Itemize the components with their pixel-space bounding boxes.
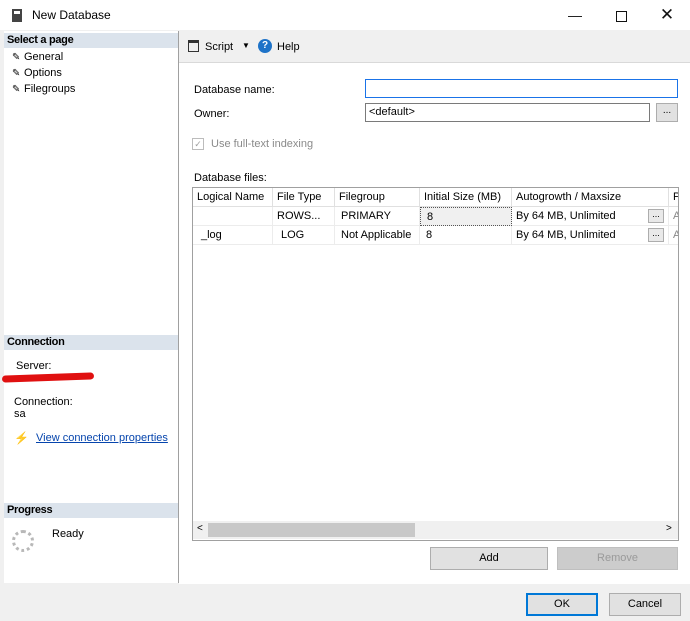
wrench-icon: ✎ <box>12 52 21 63</box>
cancel-button[interactable]: Cancel <box>609 593 681 616</box>
autogrowth-edit-button[interactable]: ... <box>648 209 664 223</box>
server-label: Server: <box>16 360 52 372</box>
toolbar <box>179 31 690 61</box>
database-name-label: Database name: <box>194 84 275 96</box>
fulltext-indexing-label: Use full-text indexing <box>211 138 314 150</box>
connection-label: Connection: <box>14 396 73 408</box>
page-item-label: General <box>24 51 64 63</box>
database-name-input[interactable] <box>365 79 678 98</box>
minimize-button[interactable]: — <box>552 0 598 30</box>
close-button[interactable]: ✕ <box>644 0 690 30</box>
left-pane <box>4 31 179 583</box>
database-files-grid[interactable]: Logical Name File Type Filegroup Initial… <box>192 187 679 541</box>
scrollbar-thumb[interactable] <box>208 523 415 537</box>
window-title: New Database <box>32 8 111 22</box>
connection-header: Connection <box>4 335 178 350</box>
owner-label: Owner: <box>194 108 230 120</box>
progress-spinner-icon <box>12 530 34 552</box>
scroll-left-icon[interactable]: < <box>197 523 203 534</box>
column-header-path[interactable]: P <box>669 188 678 207</box>
maximize-button[interactable] <box>598 0 644 30</box>
script-dropdown-arrow-icon[interactable]: ▼ <box>242 41 250 50</box>
ok-button[interactable]: OK <box>526 593 598 616</box>
page-item-general[interactable]: ✎ General <box>12 50 63 64</box>
progress-header: Progress <box>4 503 178 518</box>
column-header-filegroup[interactable]: Filegroup <box>335 188 420 207</box>
maximize-icon <box>615 10 627 22</box>
table-cell-initial-size[interactable]: 8 <box>420 226 512 245</box>
script-button[interactable]: Script <box>205 41 233 53</box>
table-cell-filegroup[interactable]: PRIMARY <box>335 207 420 226</box>
scroll-right-icon[interactable]: > <box>666 523 672 534</box>
table-cell-file-type[interactable]: LOG <box>273 226 335 245</box>
table-cell-autogrowth[interactable]: By 64 MB, Unlimited <box>512 207 669 226</box>
wrench-icon: ✎ <box>12 84 21 95</box>
table-cell-initial-size[interactable]: 8 <box>420 207 512 226</box>
database-app-icon <box>12 9 22 22</box>
owner-input[interactable]: <default> <box>365 103 650 122</box>
table-cell-logical-name[interactable]: _log <box>193 226 273 245</box>
progress-status: Ready <box>52 528 84 540</box>
add-button[interactable]: Add <box>430 547 548 570</box>
table-cell-logical-name[interactable] <box>193 207 273 226</box>
wrench-icon: ✎ <box>12 68 21 79</box>
column-header-logical-name[interactable]: Logical Name <box>193 188 273 207</box>
help-button[interactable]: Help <box>277 41 300 53</box>
page-item-label: Filegroups <box>24 83 76 95</box>
help-icon[interactable]: ? <box>258 39 272 53</box>
table-cell-file-type[interactable]: ROWS... <box>273 207 335 226</box>
table-cell-autogrowth[interactable]: By 64 MB, Unlimited <box>512 226 669 245</box>
view-connection-properties-link[interactable]: View connection properties <box>36 432 168 444</box>
fulltext-indexing-checkbox[interactable]: ✓ <box>192 138 204 150</box>
autogrowth-edit-button[interactable]: ... <box>648 228 664 242</box>
page-item-label: Options <box>24 67 62 79</box>
owner-browse-button[interactable]: ... <box>656 103 678 122</box>
table-cell-filegroup[interactable]: Not Applicable <box>335 226 420 245</box>
column-header-file-type[interactable]: File Type <box>273 188 335 207</box>
connection-value: sa <box>14 408 26 420</box>
table-cell-path[interactable]: A <box>669 207 678 226</box>
page-item-options[interactable]: ✎ Options <box>12 66 62 80</box>
select-page-header: Select a page <box>4 33 178 48</box>
table-cell-path[interactable]: A <box>669 226 678 245</box>
script-icon <box>188 40 199 52</box>
column-header-autogrowth[interactable]: Autogrowth / Maxsize <box>512 188 669 207</box>
page-item-filegroups[interactable]: ✎ Filegroups <box>12 82 75 96</box>
database-files-label: Database files: <box>194 172 267 184</box>
column-header-initial-size[interactable]: Initial Size (MB) <box>420 188 512 207</box>
remove-button[interactable]: Remove <box>557 547 678 570</box>
connection-properties-icon: ⚡ <box>14 431 29 445</box>
